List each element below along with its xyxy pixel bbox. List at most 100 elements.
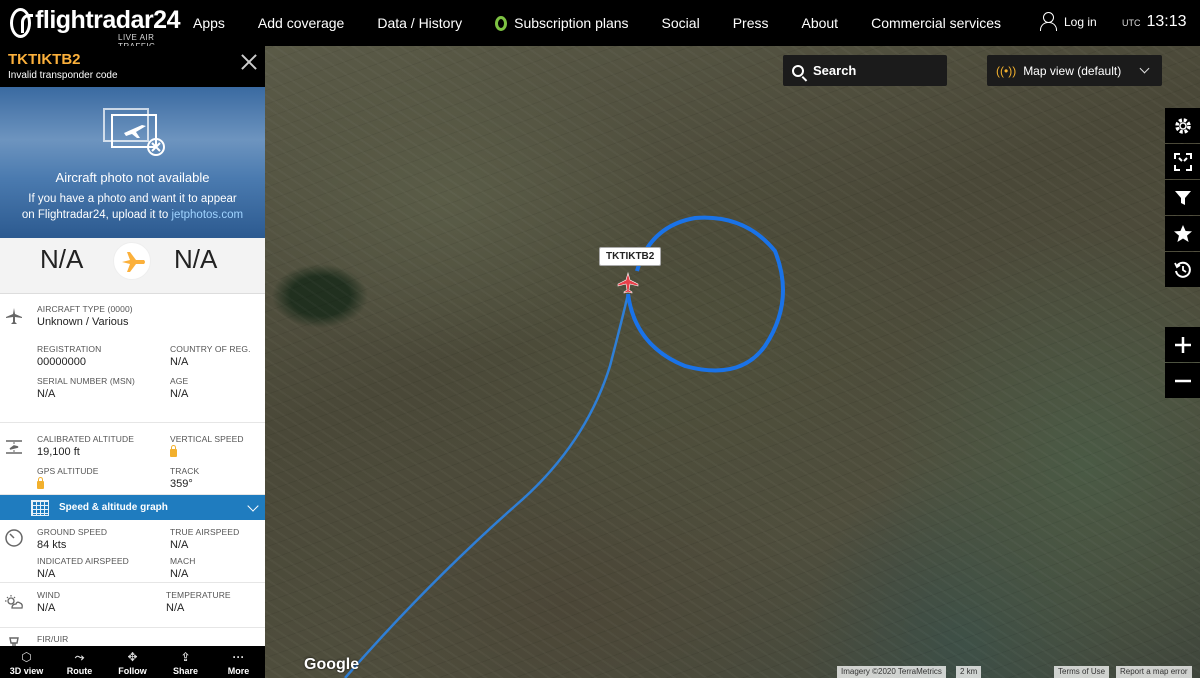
calibrated-altitude-field: CALIBRATED ALTITUDE 19,100 ft xyxy=(37,434,134,458)
chevron-down-icon xyxy=(1139,63,1150,74)
weather-icon xyxy=(5,595,23,609)
aircraft-marker-icon[interactable] xyxy=(617,271,639,294)
indicated-airspeed-field: INDICATED AIRSPEED N/A xyxy=(37,556,129,580)
map-view-label: Map view (default) xyxy=(1023,63,1122,78)
terms-link[interactable]: Terms of Use xyxy=(1054,666,1110,678)
fir-label: FIR/UIR xyxy=(37,634,69,644)
photo-upload-message: If you have a photo and want it to appea… xyxy=(0,191,265,223)
mach-label: MACH xyxy=(170,556,196,566)
nav-subscription-label: Subscription plans xyxy=(514,15,629,31)
vertical-speed-field: VERTICAL SPEED xyxy=(170,434,244,462)
plus-icon xyxy=(1174,336,1191,353)
satellite-map[interactable]: TKTIKTB2 Search ((•)) Map view (default) xyxy=(265,46,1200,678)
3d-view-button[interactable]: ⬡ 3D view xyxy=(0,646,53,678)
logo-text: flightradar24 xyxy=(35,5,180,34)
zoom-in-button[interactable] xyxy=(1165,327,1200,362)
true-airspeed-value: N/A xyxy=(170,539,189,551)
follow-button[interactable]: ✥ Follow xyxy=(106,646,159,678)
aircraft-type-field: AIRCRAFT TYPE (0000) Unknown / Various xyxy=(37,304,133,328)
registration-label: REGISTRATION xyxy=(37,344,102,354)
ground-speed-label: GROUND SPEED xyxy=(37,527,108,537)
graph-label: Speed & altitude graph xyxy=(59,502,168,513)
route-button[interactable]: ⤳ Route xyxy=(53,646,106,678)
registration-field: REGISTRATION 00000000 xyxy=(37,344,101,368)
track-value: 359° xyxy=(170,478,193,490)
fullscreen-button[interactable] xyxy=(1165,144,1200,179)
main-nav: Apps Add coverage Data / History Subscri… xyxy=(193,15,1034,31)
route-summary: N/A N/A xyxy=(0,238,265,294)
route-plane-badge xyxy=(113,242,151,280)
search-icon xyxy=(792,64,804,77)
nav-data-history[interactable]: Data / History xyxy=(377,15,462,31)
jetphotos-link[interactable]: jetphotos.com xyxy=(172,209,244,221)
nav-press[interactable]: Press xyxy=(733,15,769,31)
playback-button[interactable] xyxy=(1165,252,1200,287)
map-view-dropdown[interactable]: ((•)) Map view (default) xyxy=(987,55,1162,86)
altitude-section: CALIBRATED ALTITUDE 19,100 ft VERTICAL S… xyxy=(0,423,265,495)
share-icon: ⇪ xyxy=(180,650,191,664)
nav-social[interactable]: Social xyxy=(662,15,700,31)
aircraft-details-section: AIRCRAFT TYPE (0000) Unknown / Various R… xyxy=(0,294,265,423)
aircraft-info-panel: TKTIKTB2 Invalid transponder code Aircra… xyxy=(0,46,265,678)
temperature-field: TEMPERATURE N/A xyxy=(166,590,231,614)
zoom-out-button[interactable] xyxy=(1165,363,1200,398)
report-error-link[interactable]: Report a map error xyxy=(1116,666,1192,678)
calibrated-altitude-value: 19,100 ft xyxy=(37,446,80,458)
aircraft-label-tag[interactable]: TKTIKTB2 xyxy=(599,247,662,266)
wind-label: WIND xyxy=(37,590,61,600)
flight-overlay xyxy=(344,215,785,678)
chevron-down-icon xyxy=(247,500,259,512)
settings-button[interactable] xyxy=(1165,108,1200,143)
track-label: TRACK xyxy=(170,466,200,476)
share-button[interactable]: ⇪ Share xyxy=(159,646,212,678)
filter-button[interactable] xyxy=(1165,180,1200,215)
speedometer-icon xyxy=(5,529,23,547)
lock-icon[interactable] xyxy=(37,477,44,489)
search-button[interactable]: Search xyxy=(783,55,947,86)
google-logo: Google xyxy=(304,656,360,673)
photo-msg-line1: If you have a photo and want it to appea… xyxy=(28,193,237,205)
login-button[interactable]: Log in xyxy=(1040,12,1097,31)
serial-value: N/A xyxy=(37,388,56,400)
nav-add-coverage[interactable]: Add coverage xyxy=(258,15,344,31)
star-icon xyxy=(1173,224,1192,242)
signal-icon: ((•)) xyxy=(996,63,1017,78)
indicated-airspeed-value: N/A xyxy=(37,568,56,580)
imagery-attribution: Imagery ©2020 TerraMetrics xyxy=(837,666,946,678)
user-icon xyxy=(1040,12,1057,31)
airplane-icon xyxy=(122,252,145,272)
age-label: AGE xyxy=(170,376,189,386)
close-icon[interactable] xyxy=(241,54,257,70)
temperature-label: TEMPERATURE xyxy=(166,590,231,600)
speed-altitude-graph-toggle[interactable]: Speed & altitude graph xyxy=(0,495,265,520)
nav-commercial-services[interactable]: Commercial services xyxy=(871,15,1001,31)
3d-view-label: 3D view xyxy=(9,666,44,676)
aircraft-photo-placeholder: Aircraft photo not available If you have… xyxy=(0,87,265,238)
country-field: COUNTRY OF REG. N/A xyxy=(170,344,251,368)
country-value: N/A xyxy=(170,356,189,368)
mach-value: N/A xyxy=(170,568,189,580)
logo-radar-icon xyxy=(10,8,34,38)
bookmarks-button[interactable] xyxy=(1165,216,1200,251)
more-label: More xyxy=(227,666,250,676)
nav-subscription-plans[interactable]: Subscription plans xyxy=(495,15,629,31)
minus-icon xyxy=(1174,379,1191,382)
photo-unavailable-icon xyxy=(103,108,165,156)
lock-icon[interactable] xyxy=(170,445,177,457)
clock-time: 13:13 xyxy=(1146,13,1187,30)
aircraft-type-code: (0000) xyxy=(107,304,133,314)
utc-label: UTC xyxy=(1122,18,1141,28)
altitude-icon xyxy=(6,440,22,454)
share-label: Share xyxy=(172,666,198,676)
wind-value: N/A xyxy=(37,602,56,614)
true-airspeed-label: TRUE AIRSPEED xyxy=(170,527,240,537)
search-label: Search xyxy=(813,63,857,78)
nav-about[interactable]: About xyxy=(801,15,838,31)
more-button[interactable]: ··· More xyxy=(212,646,265,678)
nav-apps[interactable]: Apps xyxy=(193,15,225,31)
award-ribbon-icon xyxy=(495,15,508,31)
flightradar24-logo[interactable]: flightradar24 LIVE AIR TRAFFIC xyxy=(10,0,180,51)
more-icon: ··· xyxy=(232,650,245,664)
indicated-airspeed-label: INDICATED AIRSPEED xyxy=(37,556,129,566)
photo-msg-line2: on Flightradar24, upload it to xyxy=(21,209,172,221)
